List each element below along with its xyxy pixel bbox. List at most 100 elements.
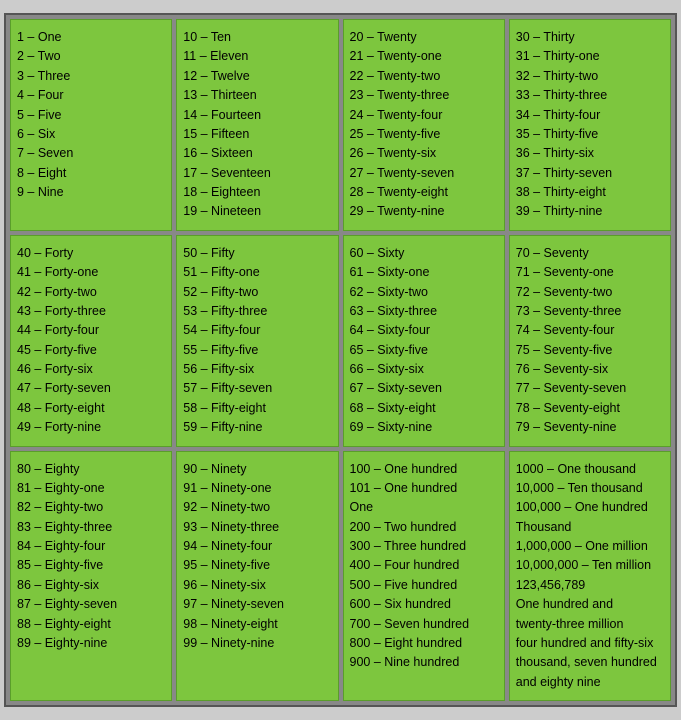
number-line: 200 – Two hundred	[350, 518, 498, 537]
number-line: 5 – Five	[17, 106, 165, 125]
number-line: 66 – Sixty-six	[350, 360, 498, 379]
number-line: 74 – Seventy-four	[516, 321, 664, 340]
number-line: One hundred and	[516, 595, 664, 614]
number-line: 98 – Ninety-eight	[183, 615, 331, 634]
cell-50-59: 50 – Fifty51 – Fifty-one52 – Fifty-two53…	[176, 235, 338, 447]
number-line: and eighty nine	[516, 673, 664, 692]
number-line: 13 – Thirteen	[183, 86, 331, 105]
number-line: 97 – Ninety-seven	[183, 595, 331, 614]
cell-30-39: 30 – Thirty31 – Thirty-one32 – Thirty-tw…	[509, 19, 671, 231]
number-line: 300 – Three hundred	[350, 537, 498, 556]
number-line: 45 – Forty-five	[17, 341, 165, 360]
number-line: 70 – Seventy	[516, 244, 664, 263]
number-line: 3 – Three	[17, 67, 165, 86]
number-line: 40 – Forty	[17, 244, 165, 263]
cell-100-900: 100 – One hundred101 – One hundred One20…	[343, 451, 505, 702]
number-line: 91 – Ninety-one	[183, 479, 331, 498]
number-line: 30 – Thirty	[516, 28, 664, 47]
numbers-grid: 1 – One2 – Two3 – Three4 – Four5 – Five6…	[4, 13, 677, 707]
number-line: 34 – Thirty-four	[516, 106, 664, 125]
number-line: 53 – Fifty-three	[183, 302, 331, 321]
number-line: 9 – Nine	[17, 183, 165, 202]
cell-40-49: 40 – Forty41 – Forty-one42 – Forty-two43…	[10, 235, 172, 447]
number-line: four hundred and fifty-six	[516, 634, 664, 653]
number-line: 52 – Fifty-two	[183, 283, 331, 302]
number-line: 72 – Seventy-two	[516, 283, 664, 302]
number-line: 84 – Eighty-four	[17, 537, 165, 556]
number-line: 88 – Eighty-eight	[17, 615, 165, 634]
number-line: 33 – Thirty-three	[516, 86, 664, 105]
number-line: 10,000 – Ten thousand	[516, 479, 664, 498]
number-line: 2 – Two	[17, 47, 165, 66]
number-line: 51 – Fifty-one	[183, 263, 331, 282]
number-line: 16 – Sixteen	[183, 144, 331, 163]
number-line: 80 – Eighty	[17, 460, 165, 479]
number-line: 69 – Sixty-nine	[350, 418, 498, 437]
number-line: 41 – Forty-one	[17, 263, 165, 282]
number-line: 43 – Forty-three	[17, 302, 165, 321]
number-line: 44 – Forty-four	[17, 321, 165, 340]
number-line: 85 – Eighty-five	[17, 556, 165, 575]
number-line: 68 – Sixty-eight	[350, 399, 498, 418]
number-line: 8 – Eight	[17, 164, 165, 183]
number-line: 42 – Forty-two	[17, 283, 165, 302]
number-line: 6 – Six	[17, 125, 165, 144]
cell-1000-plus: 1000 – One thousand10,000 – Ten thousand…	[509, 451, 671, 702]
number-line: 95 – Ninety-five	[183, 556, 331, 575]
number-line: 17 – Seventeen	[183, 164, 331, 183]
number-line: 67 – Sixty-seven	[350, 379, 498, 398]
number-line: 15 – Fifteen	[183, 125, 331, 144]
number-line: 11 – Eleven	[183, 47, 331, 66]
number-line: 800 – Eight hundred	[350, 634, 498, 653]
number-line: 65 – Sixty-five	[350, 341, 498, 360]
number-line: 28 – Twenty-eight	[350, 183, 498, 202]
number-line: 60 – Sixty	[350, 244, 498, 263]
number-line: 82 – Eighty-two	[17, 498, 165, 517]
number-line: 46 – Forty-six	[17, 360, 165, 379]
number-line: 54 – Fifty-four	[183, 321, 331, 340]
number-line: 400 – Four hundred	[350, 556, 498, 575]
number-line: 20 – Twenty	[350, 28, 498, 47]
number-line: 10 – Ten	[183, 28, 331, 47]
number-line: 19 – Nineteen	[183, 202, 331, 221]
number-line: thousand, seven hundred	[516, 653, 664, 672]
number-line: 18 – Eighteen	[183, 183, 331, 202]
number-line: 29 – Twenty-nine	[350, 202, 498, 221]
number-line: 4 – Four	[17, 86, 165, 105]
number-line: 21 – Twenty-one	[350, 47, 498, 66]
number-line: 89 – Eighty-nine	[17, 634, 165, 653]
number-line: Thousand	[516, 518, 664, 537]
number-line: 26 – Twenty-six	[350, 144, 498, 163]
number-line: 31 – Thirty-one	[516, 47, 664, 66]
number-line: One	[350, 498, 498, 517]
number-line: 7 – Seven	[17, 144, 165, 163]
number-line: 900 – Nine hundred	[350, 653, 498, 672]
number-line: 35 – Thirty-five	[516, 125, 664, 144]
number-line: 55 – Fifty-five	[183, 341, 331, 360]
number-line: 59 – Fifty-nine	[183, 418, 331, 437]
number-line: 38 – Thirty-eight	[516, 183, 664, 202]
number-line: 94 – Ninety-four	[183, 537, 331, 556]
number-line: 700 – Seven hundred	[350, 615, 498, 634]
number-line: 87 – Eighty-seven	[17, 595, 165, 614]
number-line: 10,000,000 – Ten million	[516, 556, 664, 575]
cell-60-69: 60 – Sixty61 – Sixty-one62 – Sixty-two63…	[343, 235, 505, 447]
number-line: 48 – Forty-eight	[17, 399, 165, 418]
number-line: 101 – One hundred	[350, 479, 498, 498]
number-line: 61 – Sixty-one	[350, 263, 498, 282]
number-line: 22 – Twenty-two	[350, 67, 498, 86]
number-line: 39 – Thirty-nine	[516, 202, 664, 221]
cell-80-89: 80 – Eighty81 – Eighty-one82 – Eighty-tw…	[10, 451, 172, 702]
number-line: 1,000,000 – One million	[516, 537, 664, 556]
number-line: 57 – Fifty-seven	[183, 379, 331, 398]
number-line: 92 – Ninety-two	[183, 498, 331, 517]
number-line: 25 – Twenty-five	[350, 125, 498, 144]
number-line: 77 – Seventy-seven	[516, 379, 664, 398]
number-line: 81 – Eighty-one	[17, 479, 165, 498]
number-line: 14 – Fourteen	[183, 106, 331, 125]
number-line: 62 – Sixty-two	[350, 283, 498, 302]
number-line: twenty-three million	[516, 615, 664, 634]
number-line: 1000 – One thousand	[516, 460, 664, 479]
number-line: 600 – Six hundred	[350, 595, 498, 614]
number-line: 64 – Sixty-four	[350, 321, 498, 340]
